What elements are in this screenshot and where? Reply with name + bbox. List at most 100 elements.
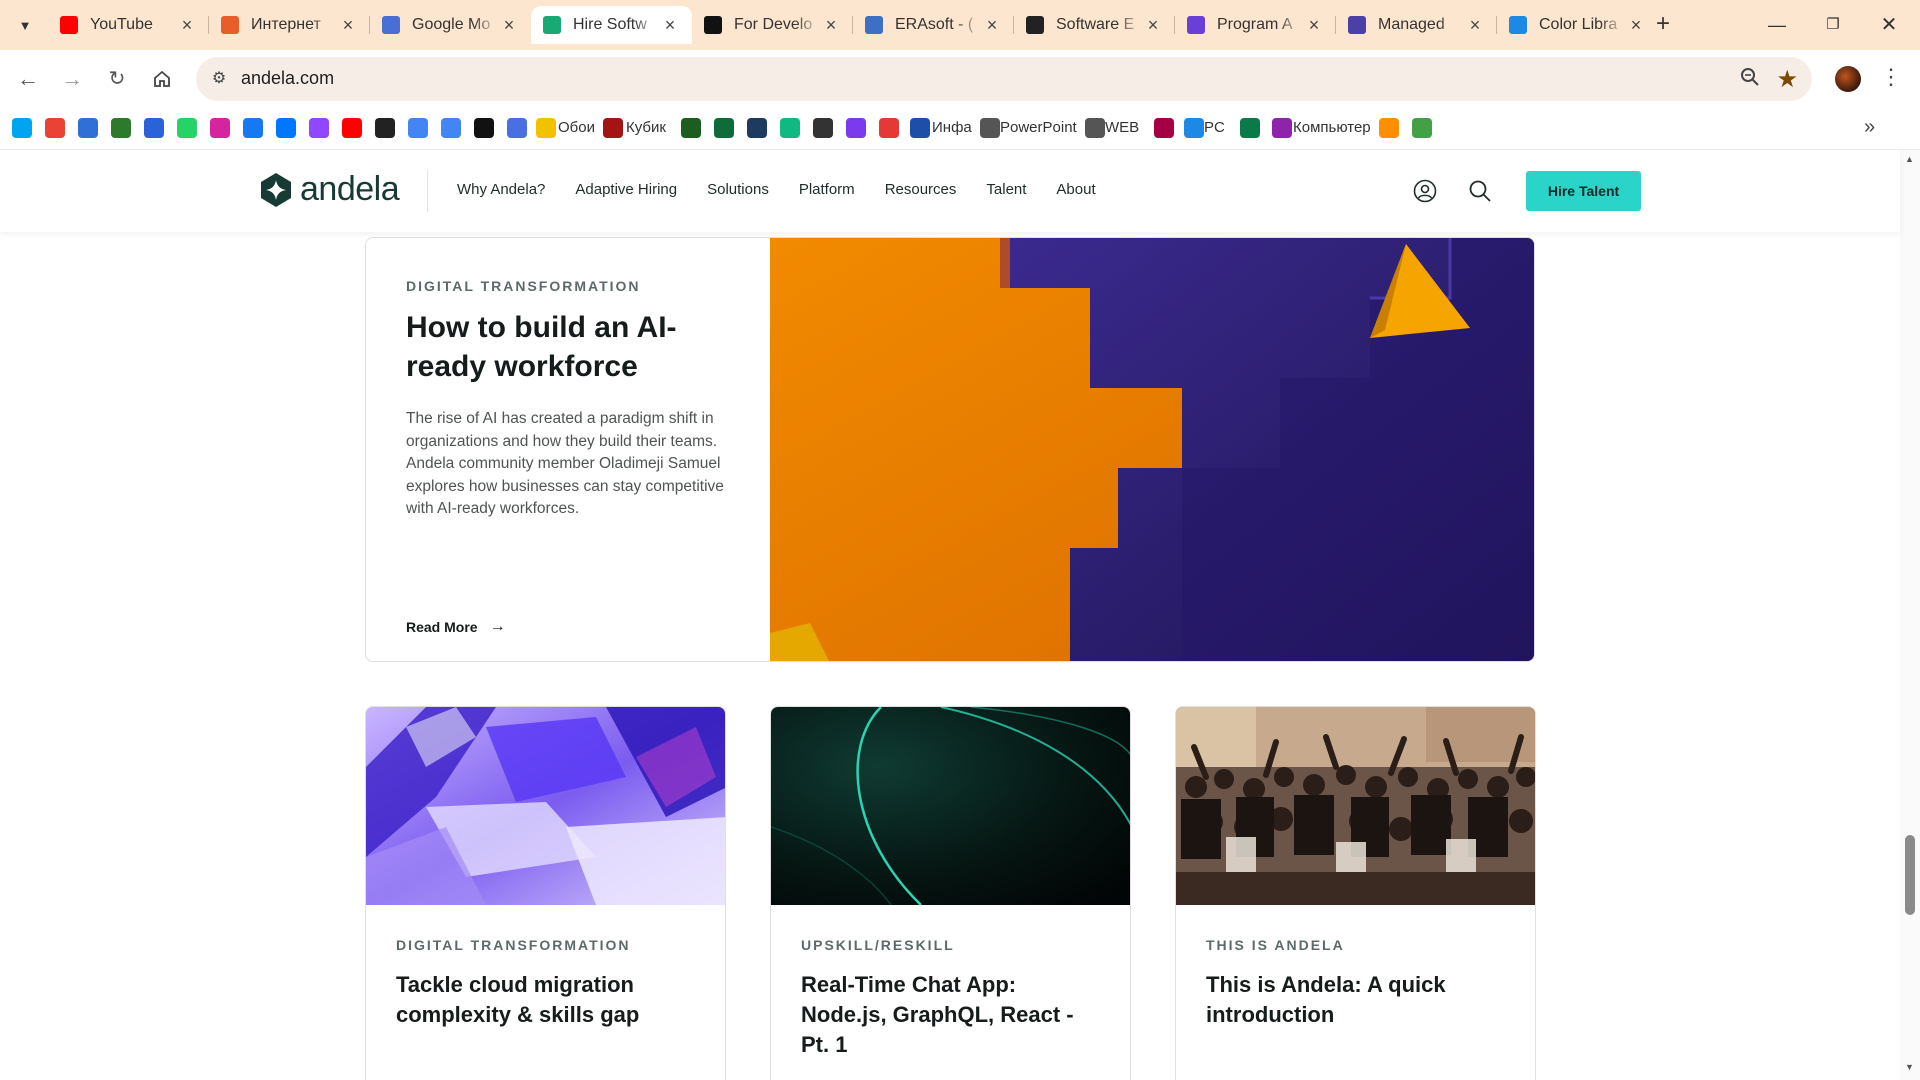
url-text[interactable]: andela.com xyxy=(241,68,334,89)
twitch-icon[interactable] xyxy=(309,118,329,138)
tab-5[interactable]: For Develo × xyxy=(692,6,853,44)
tab-close-icon[interactable]: × xyxy=(1465,15,1485,36)
card-title[interactable]: This is Andela: A quick introduction xyxy=(1206,970,1506,1030)
computer-icon[interactable] xyxy=(1272,118,1292,138)
zoom-icon[interactable] xyxy=(1740,67,1760,93)
u-icon[interactable] xyxy=(375,118,395,138)
a-icon[interactable] xyxy=(879,118,899,138)
scrollbar-thumb[interactable] xyxy=(1905,835,1915,915)
nav-platform[interactable]: Platform xyxy=(799,181,855,198)
graduation-cap-icon[interactable] xyxy=(747,118,767,138)
scroll-down-icon[interactable]: ▼ xyxy=(1905,1062,1914,1072)
windows-icon[interactable] xyxy=(12,118,32,138)
pin-icon[interactable] xyxy=(536,118,556,138)
tab-search-chevron-icon[interactable]: ▼ xyxy=(10,10,40,40)
nav-talent[interactable]: Talent xyxy=(986,181,1026,198)
article-card-cloud-migration[interactable]: DIGITAL TRANSFORMATION Tackle cloud migr… xyxy=(365,706,726,1080)
book-icon[interactable] xyxy=(910,118,930,138)
article-card-this-is-andela[interactable]: THIS IS ANDELA This is Andela: A quick i… xyxy=(1175,706,1536,1080)
minimize-icon[interactable]: — xyxy=(1754,8,1800,42)
article-card-chat-app[interactable]: UPSKILL/RESKILL Real-Time Chat App: Node… xyxy=(770,706,1131,1080)
chatgpt-icon[interactable] xyxy=(474,118,494,138)
hire-talent-button[interactable]: Hire Talent xyxy=(1526,171,1641,211)
bookmark-label[interactable]: Компьютер xyxy=(1293,119,1371,136)
diamond-icon[interactable] xyxy=(1379,118,1399,138)
circle-u-icon[interactable] xyxy=(846,118,866,138)
tab-1[interactable]: YouTube × xyxy=(48,6,209,44)
pc-icon[interactable] xyxy=(1184,118,1204,138)
translate-icon[interactable] xyxy=(441,118,461,138)
facebook-icon[interactable] xyxy=(243,118,263,138)
hexagon-icon[interactable] xyxy=(780,118,800,138)
nav-why-andela[interactable]: Why Andela? xyxy=(457,181,545,198)
profile-avatar[interactable] xyxy=(1835,66,1861,92)
scroll-up-icon[interactable]: ▲ xyxy=(1905,154,1914,164)
bookmark-label[interactable]: Инфа xyxy=(932,119,972,136)
e-icon[interactable] xyxy=(714,118,734,138)
read-more-link[interactable]: Read More → xyxy=(406,618,506,636)
d-icon[interactable] xyxy=(144,118,164,138)
tab-close-icon[interactable]: × xyxy=(1626,15,1646,36)
bookmark-label[interactable]: WEB xyxy=(1105,119,1139,136)
search-icon[interactable] xyxy=(1468,179,1492,203)
google-icon[interactable] xyxy=(408,118,428,138)
gemini-icon[interactable] xyxy=(507,118,527,138)
card-title[interactable]: Real-Time Chat App: Node.js, GraphQL, Re… xyxy=(801,970,1101,1060)
reload-icon[interactable]: ↻ xyxy=(101,63,133,95)
browser-menu-icon[interactable]: ⋮ xyxy=(1880,64,1902,90)
bookmark-label[interactable]: Обои xyxy=(558,119,595,136)
nav-about[interactable]: About xyxy=(1056,181,1095,198)
back-icon[interactable]: ← xyxy=(12,63,44,95)
diamond-icon[interactable] xyxy=(1412,118,1432,138)
address-bar[interactable]: ⚙ andela.com ★ xyxy=(196,57,1812,101)
restore-icon[interactable]: ❐ xyxy=(1810,8,1856,42)
cube-icon[interactable] xyxy=(603,118,623,138)
tab-close-icon[interactable]: × xyxy=(177,15,197,36)
stripes-icon[interactable] xyxy=(681,118,701,138)
vk-icon[interactable] xyxy=(276,118,296,138)
featured-article-card[interactable]: DIGITAL TRANSFORMATION How to build an A… xyxy=(365,237,1535,662)
globe-icon[interactable] xyxy=(1240,118,1260,138)
new-tab-button[interactable]: + xyxy=(1648,10,1678,40)
page-scrollbar[interactable]: ▲ ▼ xyxy=(1900,150,1920,1080)
tab-6[interactable]: ERAsoft - (× xyxy=(853,6,1014,44)
tab-9[interactable]: Managed × xyxy=(1336,6,1497,44)
tab-close-icon[interactable]: × xyxy=(499,15,519,36)
tab-2[interactable]: Интернет × xyxy=(209,6,370,44)
tab-close-icon[interactable]: × xyxy=(1304,15,1324,36)
tab-close-icon[interactable]: × xyxy=(821,15,841,36)
m-icon[interactable] xyxy=(813,118,833,138)
folder-icon[interactable] xyxy=(1085,118,1105,138)
instagram-icon[interactable] xyxy=(210,118,230,138)
folder-icon[interactable] xyxy=(980,118,1000,138)
whatsapp-icon[interactable] xyxy=(177,118,197,138)
forward-icon[interactable]: → xyxy=(56,63,88,95)
bookmark-label[interactable]: PowerPoint xyxy=(1000,119,1077,136)
andela-logo[interactable]: andela xyxy=(258,170,400,209)
gmail-icon[interactable] xyxy=(45,118,65,138)
bookmark-label[interactable]: Кубик xyxy=(626,119,666,136)
featured-title[interactable]: How to build an AI-ready workforce xyxy=(406,308,706,386)
nav-solutions[interactable]: Solutions xyxy=(707,181,769,198)
tab-8[interactable]: Program A × xyxy=(1175,6,1336,44)
tab-close-icon[interactable]: × xyxy=(338,15,358,36)
card-title[interactable]: Tackle cloud migration complexity & skil… xyxy=(396,970,696,1030)
tab-close-icon[interactable]: × xyxy=(660,15,680,36)
tab-7[interactable]: Software E × xyxy=(1014,6,1175,44)
home-icon[interactable] xyxy=(146,63,178,95)
tab-close-icon[interactable]: × xyxy=(1143,15,1163,36)
user-account-icon[interactable] xyxy=(1413,179,1437,203)
more-bookmarks-icon[interactable]: » xyxy=(1864,116,1875,139)
tab-close-icon[interactable]: × xyxy=(982,15,1002,36)
nav-resources[interactable]: Resources xyxy=(885,181,957,198)
youtube-icon[interactable] xyxy=(342,118,362,138)
bookmark-star-icon[interactable]: ★ xyxy=(1776,65,1798,94)
fnk-icon[interactable] xyxy=(111,118,131,138)
google-sheets-icon[interactable] xyxy=(78,118,98,138)
tab-3[interactable]: Google Mo × xyxy=(370,6,531,44)
tab-4[interactable]: Hire Softw × xyxy=(531,6,692,44)
nav-adaptive-hiring[interactable]: Adaptive Hiring xyxy=(575,181,677,198)
close-window-icon[interactable]: ✕ xyxy=(1866,8,1912,42)
bookmark-label[interactable]: PC xyxy=(1204,119,1225,136)
tab-10[interactable]: Color Libra × xyxy=(1497,6,1658,44)
